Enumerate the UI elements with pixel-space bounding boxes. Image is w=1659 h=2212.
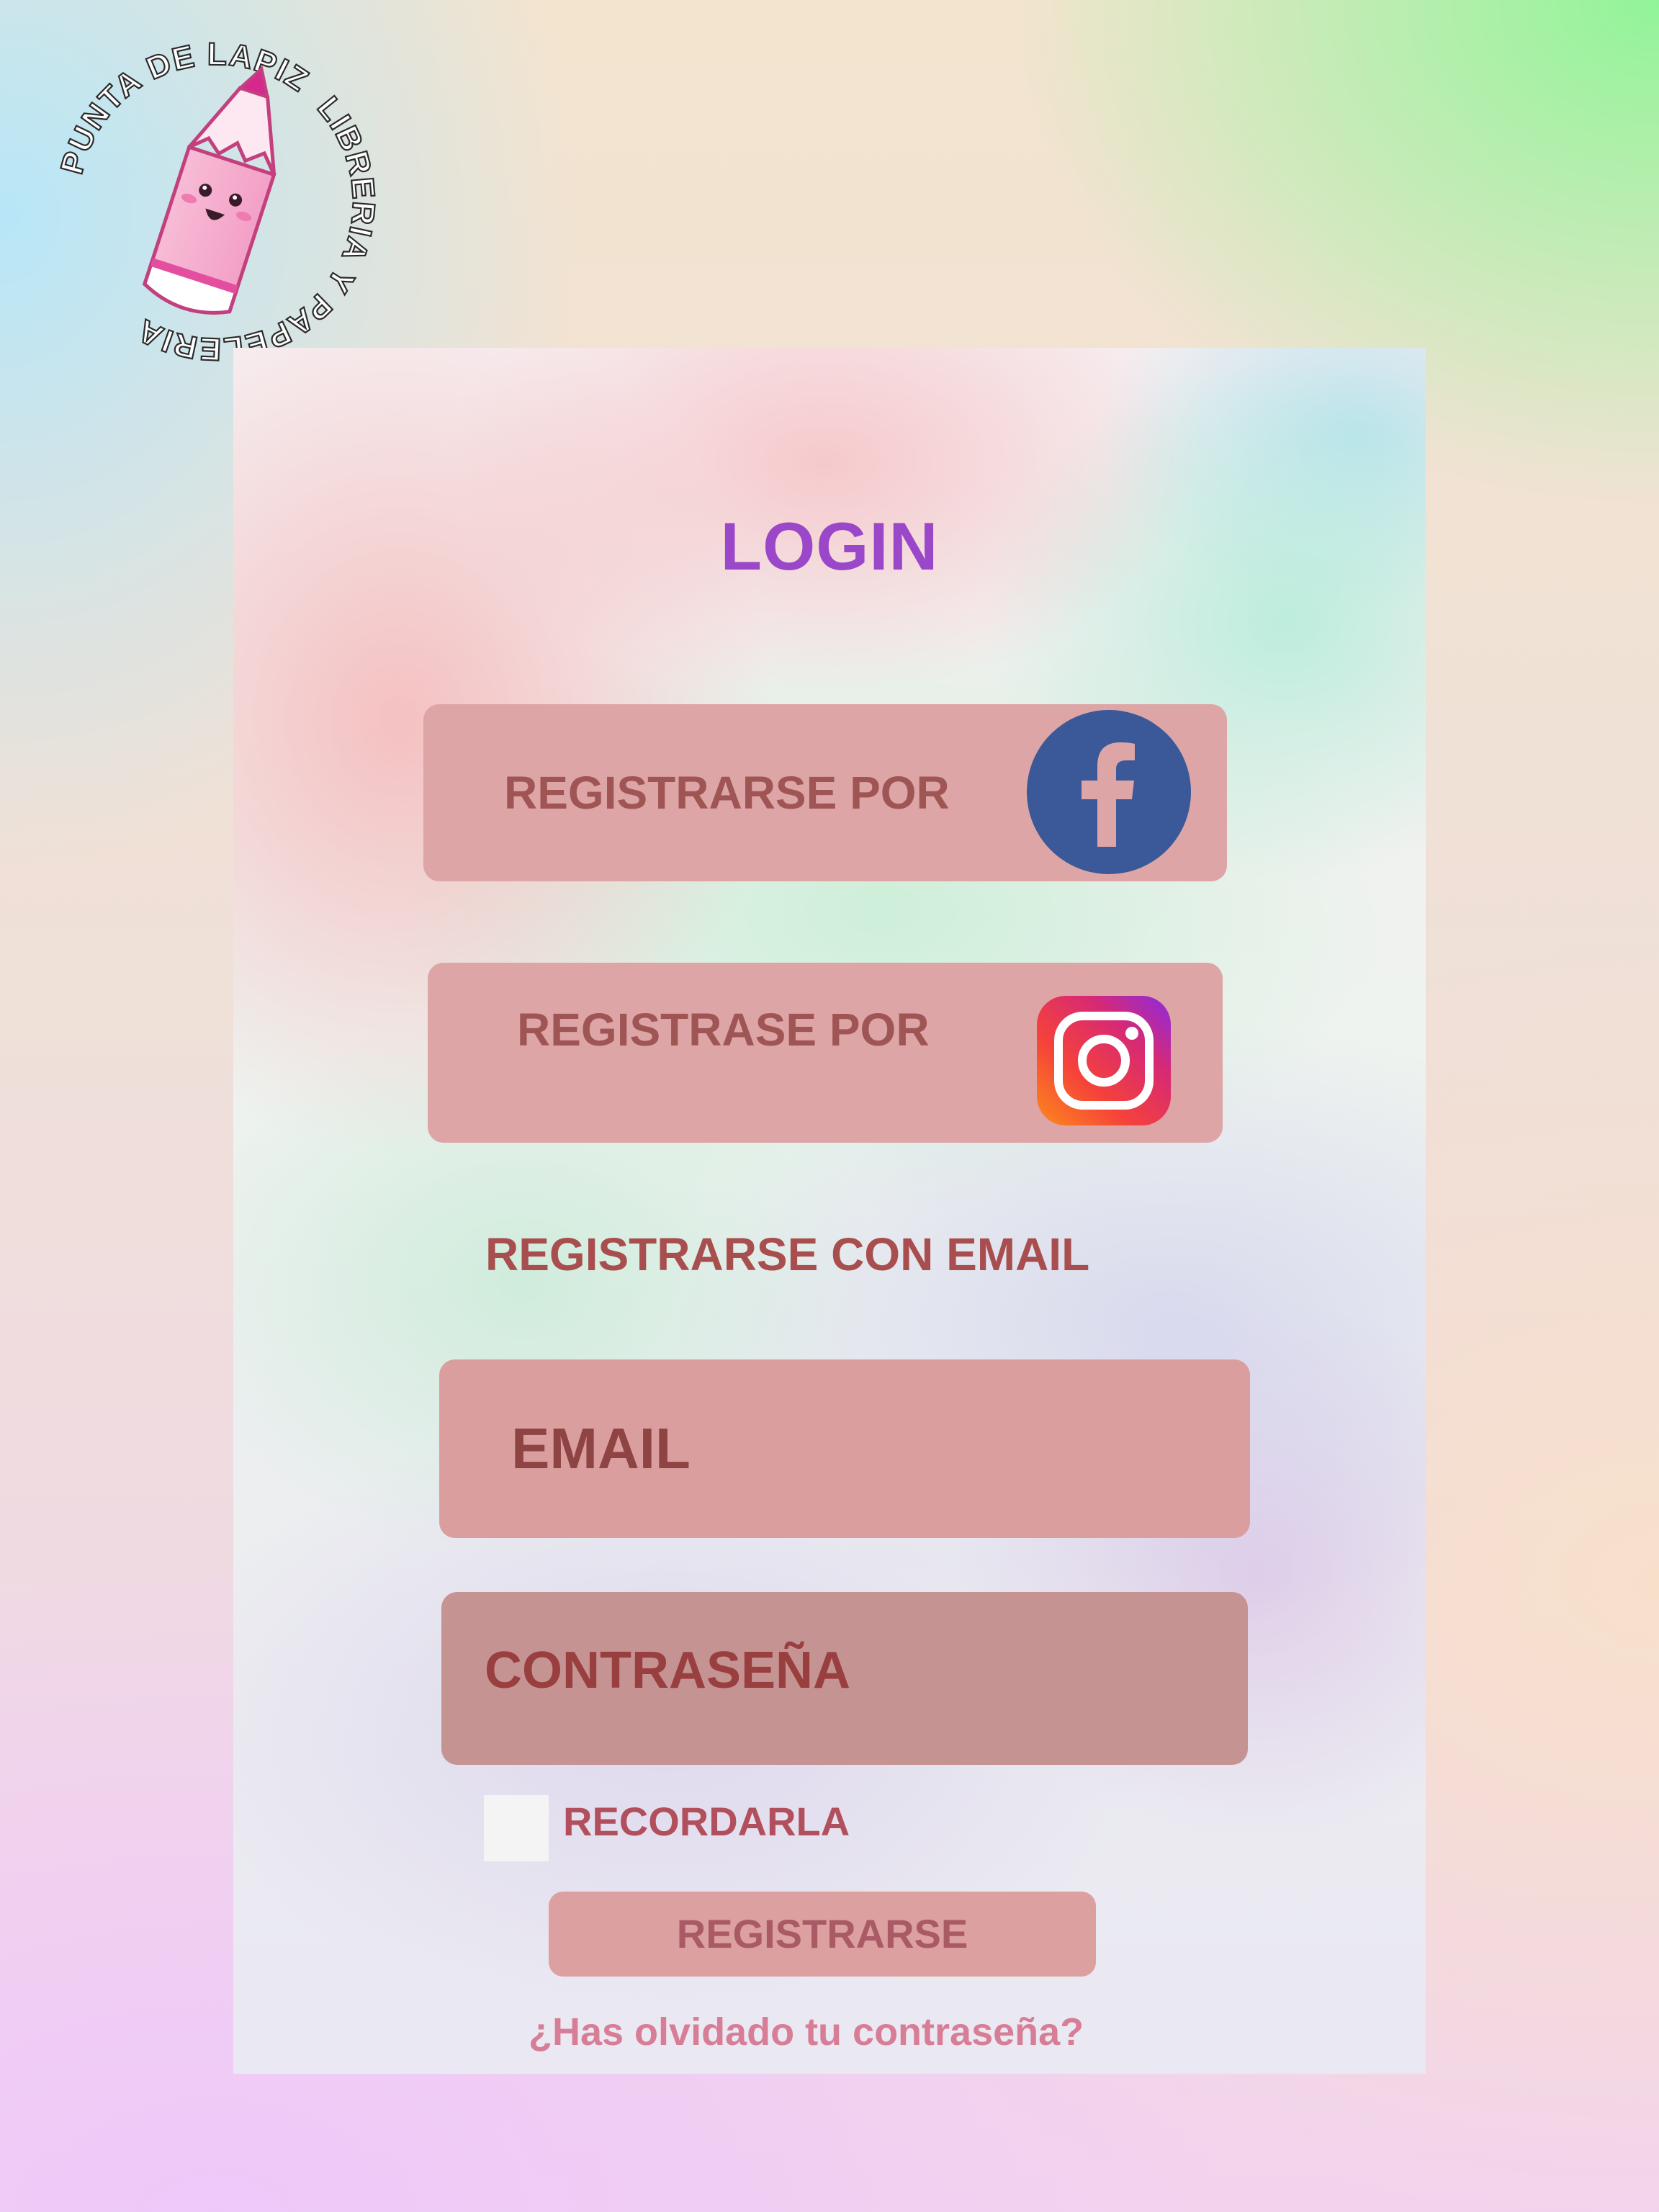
forgot-password-link[interactable]: ¿Has olvidado tu contraseña?	[233, 2010, 1426, 2054]
remember-label: RECORDARLA	[563, 1799, 850, 1844]
register-button[interactable]: REGISTRARSE	[549, 1892, 1096, 1977]
facebook-register-button[interactable]: REGISTRARSE POR	[423, 704, 1227, 881]
brand-logo: PUNTA DE LAPIZ LIBRERIA Y PAPELERIA	[43, 29, 389, 374]
facebook-icon	[1027, 710, 1191, 874]
password-field[interactable]: CONTRASEÑA	[441, 1592, 1248, 1765]
email-section-title: REGISTRARSE CON EMAIL	[485, 1228, 1090, 1280]
email-placeholder: EMAIL	[511, 1416, 691, 1480]
facebook-register-label: REGISTRARSE POR	[504, 767, 950, 819]
password-placeholder: CONTRASEÑA	[485, 1642, 851, 1699]
remember-checkbox[interactable]	[484, 1795, 549, 1861]
pencil-mascot-icon: PUNTA DE LAPIZ LIBRERIA Y PAPELERIA	[53, 36, 381, 368]
instagram-icon	[1037, 996, 1171, 1125]
register-button-label: REGISTRARSE	[676, 1911, 968, 1956]
login-card: LOGIN REGISTRARSE POR REGISTRASE POR REG…	[233, 348, 1426, 2074]
email-field[interactable]: EMAIL	[439, 1359, 1250, 1538]
instagram-register-button[interactable]: REGISTRASE POR	[428, 963, 1223, 1143]
page-title: LOGIN	[720, 508, 939, 584]
instagram-register-label: REGISTRASE POR	[517, 1004, 930, 1056]
